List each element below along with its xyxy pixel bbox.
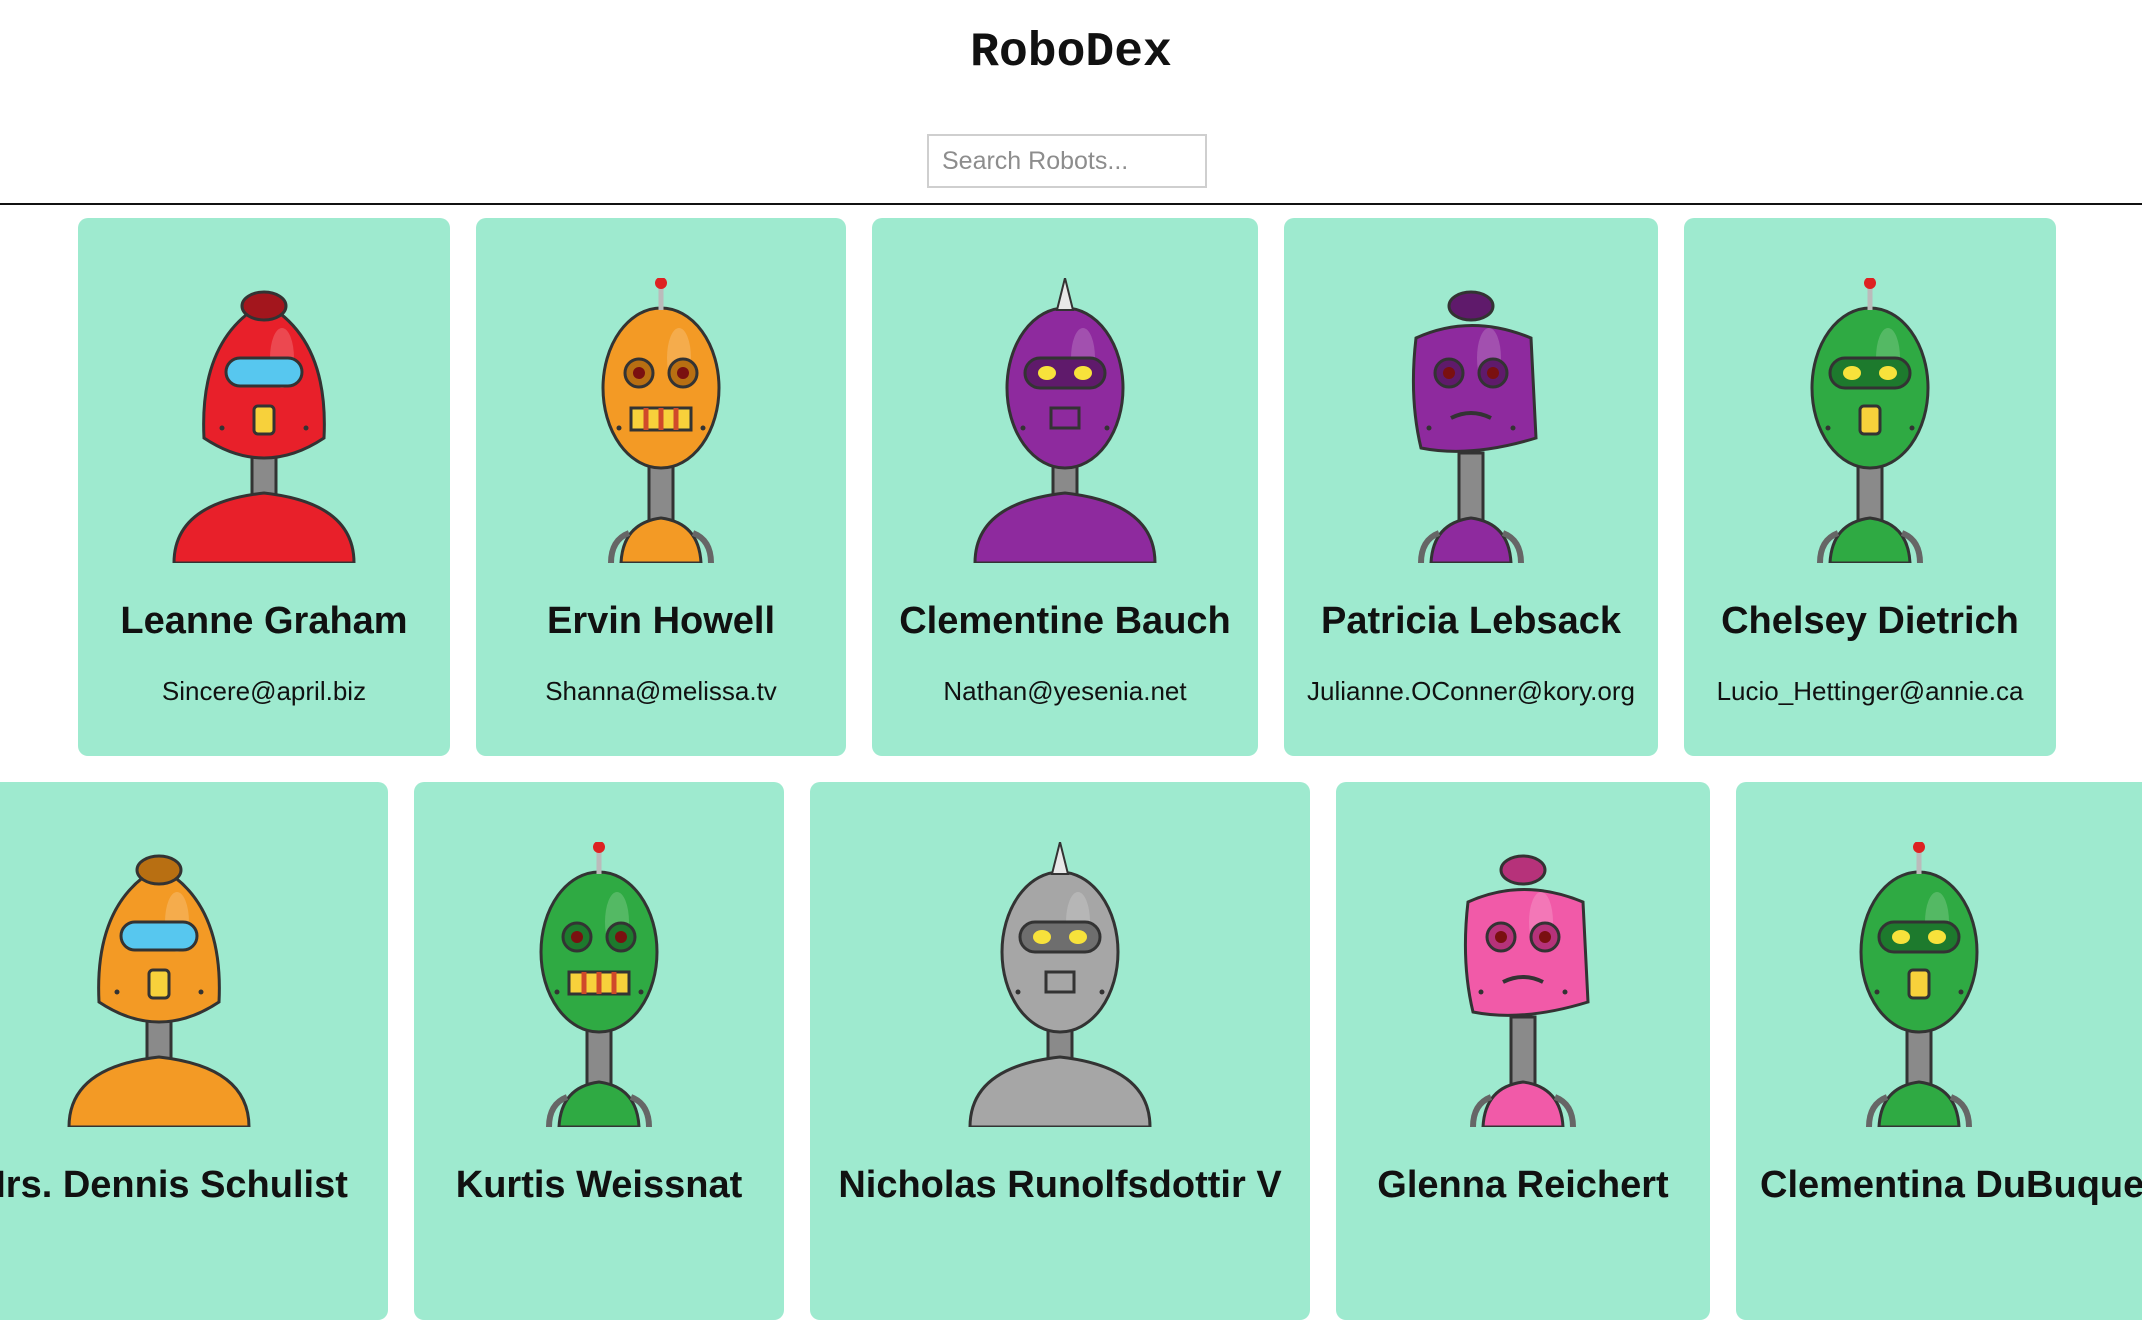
robot-name: Clementine Bauch (899, 600, 1231, 642)
robot-name: Leanne Graham (120, 600, 408, 642)
robot-avatar-image (1720, 278, 2020, 563)
robot-card[interactable]: Leanne Graham Sincere@april.biz (78, 218, 450, 756)
search-input[interactable] (927, 134, 1207, 188)
robot-name: Kurtis Weissnat (455, 1164, 743, 1206)
robot-avatar-image (915, 278, 1215, 563)
robot-avatar-image (1321, 278, 1621, 563)
header-divider (0, 203, 2142, 205)
robot-card[interactable]: Nicholas Runolfsdottir V (810, 782, 1310, 1320)
robot-card[interactable]: Clementina DuBuque (1736, 782, 2142, 1320)
robot-card[interactable]: Ervin Howell Shanna@melissa.tv (476, 218, 846, 756)
robot-avatar-image (910, 842, 1210, 1127)
robot-avatar-image (1769, 842, 2069, 1127)
robot-email: Julianne.OConner@kory.org (1307, 676, 1635, 706)
robot-card[interactable]: Clementine Bauch Nathan@yesenia.net (872, 218, 1258, 756)
robot-avatar-image (1373, 842, 1673, 1127)
robot-card[interactable]: Mrs. Dennis Schulist (0, 782, 388, 1320)
robot-name: Nicholas Runolfsdottir V (838, 1164, 1282, 1206)
robot-name: Mrs. Dennis Schulist (0, 1164, 348, 1206)
robot-name: Glenna Reichert (1377, 1164, 1669, 1206)
robot-avatar-image (449, 842, 749, 1127)
robot-avatar-image (114, 278, 414, 563)
robot-name: Patricia Lebsack (1321, 600, 1621, 642)
robot-avatar-image (511, 278, 811, 563)
robot-card[interactable]: Patricia Lebsack Julianne.OConner@kory.o… (1284, 218, 1658, 756)
robot-card[interactable]: Chelsey Dietrich Lucio_Hettinger@annie.c… (1684, 218, 2056, 756)
robot-email: Shanna@melissa.tv (545, 676, 777, 706)
app-title: RoboDex (970, 26, 1172, 80)
robot-email: Sincere@april.biz (161, 676, 367, 706)
robot-card[interactable]: Kurtis Weissnat (414, 782, 784, 1320)
robot-card[interactable]: Glenna Reichert (1336, 782, 1710, 1320)
robot-name: Clementina DuBuque (1760, 1164, 2142, 1206)
robot-name: Chelsey Dietrich (1721, 600, 2019, 642)
robot-name: Ervin Howell (546, 600, 776, 642)
robot-email: Nathan@yesenia.net (943, 676, 1187, 706)
robot-email: Lucio_Hettinger@annie.ca (1716, 676, 2024, 706)
robot-avatar-image (9, 842, 309, 1127)
